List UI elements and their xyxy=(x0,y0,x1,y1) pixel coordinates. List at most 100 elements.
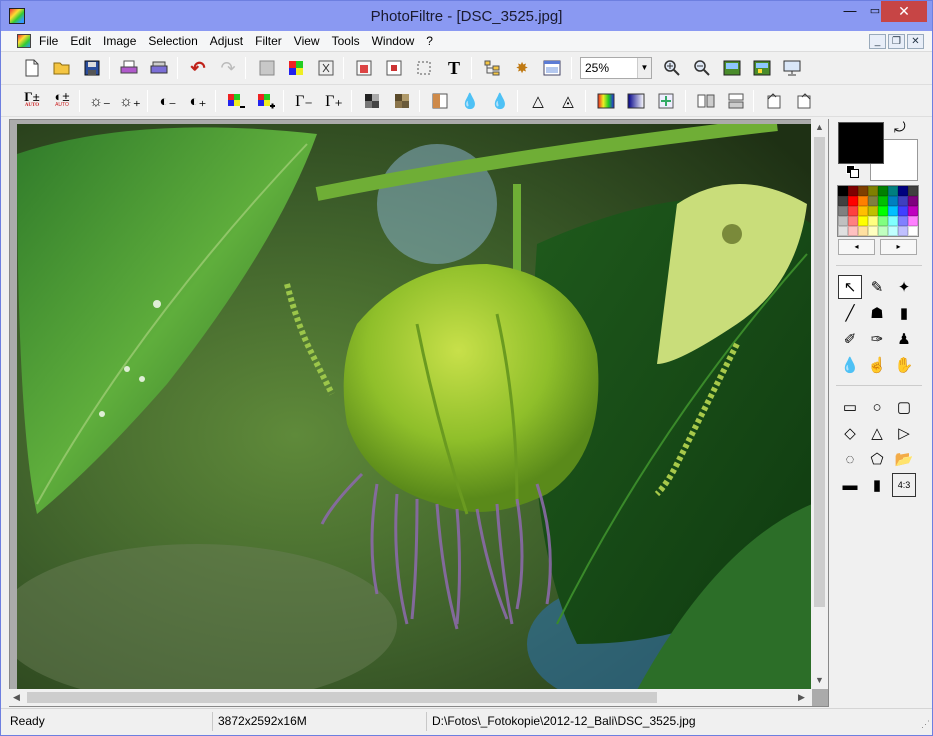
color-swatch[interactable] xyxy=(858,226,868,236)
scroll-right-icon[interactable]: ▶ xyxy=(798,692,805,703)
saturation-up-icon[interactable] xyxy=(255,90,277,112)
color-swatch[interactable] xyxy=(848,216,858,226)
palette-next-button[interactable]: ▸ xyxy=(880,239,917,255)
color-swatch[interactable] xyxy=(898,226,908,236)
swap-colors-icon[interactable]: ⤾ xyxy=(894,119,906,136)
sharpen-icon[interactable]: 💧 xyxy=(489,90,511,112)
advanced-brush-tool-icon[interactable]: ✑ xyxy=(865,327,889,351)
photo-image[interactable] xyxy=(17,124,812,690)
color-swatch[interactable] xyxy=(908,196,918,206)
color-swatch[interactable] xyxy=(858,186,868,196)
menu-selection[interactable]: Selection xyxy=(148,34,197,48)
gamma-down-icon[interactable]: Γ₋ xyxy=(293,90,315,112)
color-swatch[interactable] xyxy=(878,186,888,196)
color-swatch[interactable] xyxy=(888,186,898,196)
fill-tool-icon[interactable]: ☗ xyxy=(865,301,889,325)
doc-minimize-button[interactable]: _ xyxy=(869,34,886,49)
spray-tool-icon[interactable]: ▮ xyxy=(892,301,916,325)
menu-edit[interactable]: Edit xyxy=(70,34,91,48)
print-icon[interactable] xyxy=(118,57,140,79)
color-swatch[interactable] xyxy=(888,206,898,216)
color-swatch[interactable] xyxy=(838,206,848,216)
color-swatch[interactable] xyxy=(848,206,858,216)
browser-icon[interactable] xyxy=(541,57,563,79)
color-swatch[interactable] xyxy=(878,206,888,216)
menu-tools[interactable]: Tools xyxy=(332,34,360,48)
color-swatch[interactable] xyxy=(838,186,848,196)
vertical-select-icon[interactable]: ▮ xyxy=(865,473,889,497)
scroll-up-icon[interactable]: ▲ xyxy=(815,122,824,132)
flip-vertical-icon[interactable] xyxy=(725,90,747,112)
undo-icon[interactable]: ↶ xyxy=(187,57,209,79)
pointer-tool-icon[interactable]: ↖ xyxy=(838,275,862,299)
fade-icon[interactable] xyxy=(256,57,278,79)
color-swatch[interactable] xyxy=(848,196,858,206)
triangle-shape-icon[interactable]: △ xyxy=(865,421,889,445)
crop-selection-icon[interactable] xyxy=(413,57,435,79)
color-swatch[interactable] xyxy=(898,186,908,196)
text-icon[interactable]: T xyxy=(443,57,465,79)
reset-colors-icon[interactable] xyxy=(846,165,859,178)
contrast-down-icon[interactable]: ◐₋ xyxy=(157,90,179,112)
contrast-up-icon[interactable]: ◐₊ xyxy=(187,90,209,112)
lasso-shape-icon[interactable]: ◌ xyxy=(838,447,862,471)
grayscale-icon[interactable] xyxy=(361,90,383,112)
canvas-size-icon[interactable] xyxy=(383,57,405,79)
saturation-down-icon[interactable] xyxy=(225,90,247,112)
color-swatch[interactable] xyxy=(868,206,878,216)
bw-gradient-icon[interactable] xyxy=(625,90,647,112)
vertical-scroll-thumb[interactable] xyxy=(814,137,825,607)
menu-window[interactable]: Window xyxy=(372,34,415,48)
fullscreen-icon[interactable] xyxy=(781,57,803,79)
scroll-down-icon[interactable]: ▼ xyxy=(815,675,824,685)
color-swatch[interactable] xyxy=(908,216,918,226)
redo-icon[interactable]: ↷ xyxy=(217,57,239,79)
color-swatch[interactable] xyxy=(848,186,858,196)
save-icon[interactable] xyxy=(81,57,103,79)
chevron-down-icon[interactable]: ▼ xyxy=(637,58,651,78)
scan-icon[interactable] xyxy=(148,57,170,79)
stamp-tool-icon[interactable]: ♟ xyxy=(892,327,916,351)
menu-adjust[interactable]: Adjust xyxy=(210,34,243,48)
automate-icon[interactable]: ✸ xyxy=(511,57,533,79)
brightness-down-icon[interactable]: ☼₋ xyxy=(89,90,111,112)
magic-wand-tool-icon[interactable]: ✦ xyxy=(892,275,916,299)
transform-icon[interactable] xyxy=(315,57,337,79)
color-swatch[interactable] xyxy=(878,226,888,236)
color-swatch[interactable] xyxy=(888,216,898,226)
polygon-shape-icon[interactable]: ⬠ xyxy=(865,447,889,471)
blur-icon[interactable]: 💧 xyxy=(459,90,481,112)
image-size-icon[interactable] xyxy=(353,57,375,79)
sepia-icon[interactable] xyxy=(391,90,413,112)
new-icon[interactable] xyxy=(21,57,43,79)
auto-levels-icon[interactable]: Γ± AUTO xyxy=(21,90,43,112)
color-swatch[interactable] xyxy=(888,226,898,236)
color-swatch[interactable] xyxy=(908,226,918,236)
rotate-left-icon[interactable] xyxy=(763,90,785,112)
line-tool-icon[interactable]: ╱ xyxy=(838,301,862,325)
color-swatch[interactable] xyxy=(878,216,888,226)
color-swatch[interactable] xyxy=(868,196,878,206)
horizontal-select-icon[interactable]: ▬ xyxy=(838,473,862,497)
title-bar[interactable]: PhotoFiltre - [DSC_3525.jpg] — ▭ ✕ xyxy=(1,1,932,31)
color-swatch[interactable] xyxy=(848,226,858,236)
color-swatch[interactable] xyxy=(868,226,878,236)
minimize-button[interactable]: — xyxy=(836,1,864,22)
horizontal-scrollbar[interactable]: ◀ ▶ xyxy=(9,689,812,706)
vertical-scrollbar[interactable]: ▲ ▼ xyxy=(811,119,828,689)
color-swatch[interactable] xyxy=(908,186,918,196)
flip-horizontal-icon[interactable] xyxy=(695,90,717,112)
rounded-rect-shape-icon[interactable]: ▢ xyxy=(892,395,916,419)
open-icon[interactable] xyxy=(51,57,73,79)
auto-contrast-icon[interactable]: ◐± AUTO xyxy=(51,90,73,112)
color-swatch[interactable] xyxy=(898,216,908,226)
color-swatch[interactable] xyxy=(838,196,848,206)
brightness-up-icon[interactable]: ☼₊ xyxy=(119,90,141,112)
color-swatch[interactable] xyxy=(858,196,868,206)
menu-view[interactable]: View xyxy=(294,34,320,48)
menu-help[interactable]: ? xyxy=(426,34,433,48)
color-swatch[interactable] xyxy=(838,226,848,236)
foreground-color-swatch[interactable] xyxy=(838,122,884,164)
ellipse-shape-icon[interactable]: ○ xyxy=(865,395,889,419)
hand-tool-icon[interactable]: ✋ xyxy=(892,353,916,377)
